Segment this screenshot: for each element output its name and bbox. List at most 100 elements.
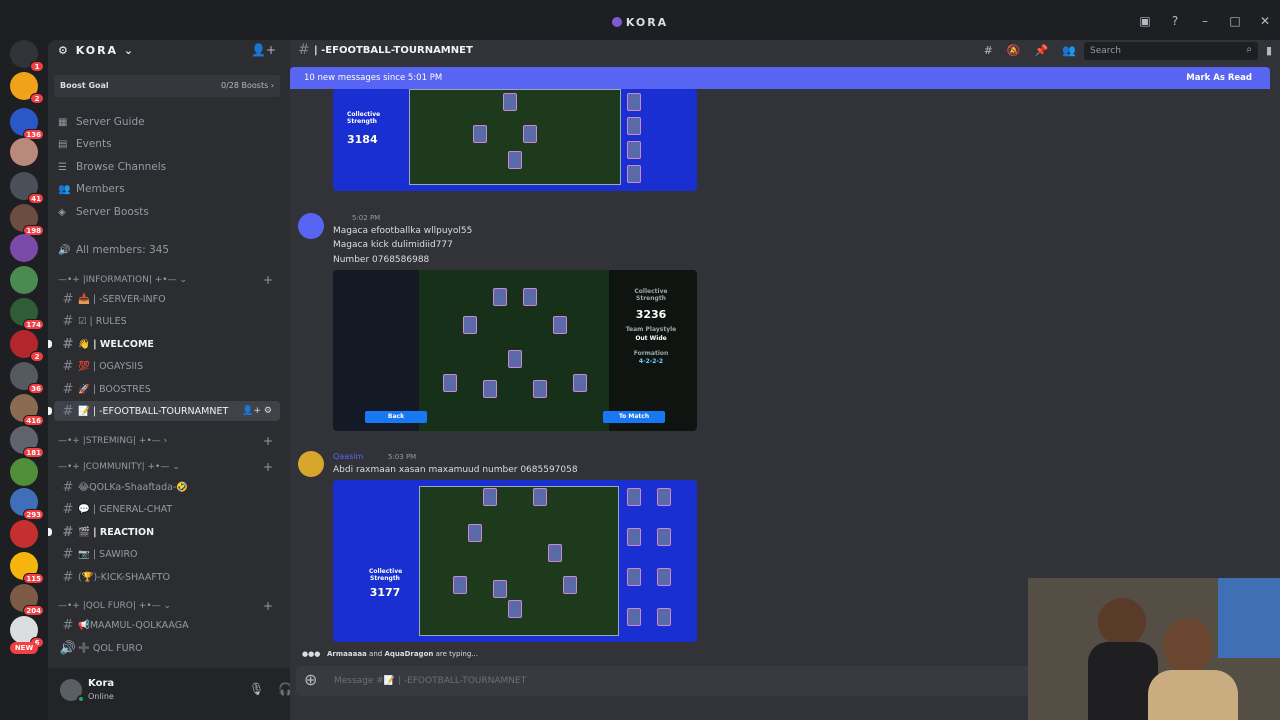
new-messages-text: 10 new messages since 5:01 PM: [304, 73, 443, 83]
channel-qolka-shaaftada[interactable]: # 😂QOLKa-Shaaftada-🤣: [54, 477, 280, 497]
channel-ogaysiis[interactable]: # 💯 | OGAYSIIS: [54, 356, 280, 376]
webcam-overlay: [1028, 578, 1280, 720]
server-icon[interactable]: 198: [10, 204, 44, 236]
server-header[interactable]: ⚙ KORA ⌄ 👤+: [48, 40, 290, 62]
search-input[interactable]: Search ⌕: [1084, 42, 1258, 60]
channel-settings-icon[interactable]: 👤+ ⚙: [242, 406, 272, 416]
hash-icon: #: [62, 313, 74, 329]
direct-messages-icon[interactable]: 1: [10, 40, 44, 72]
channel-header: # | -EFOOTBALL-TOURNAMNET # 🔕 📌 👥 Search…: [290, 40, 1280, 62]
server-icon[interactable]: 416: [10, 394, 44, 426]
category-qol-furo[interactable]: —•+ |QOL FURO| +•— ⌄ +: [58, 599, 273, 615]
message-image[interactable]: Collective Strength 3177: [333, 480, 697, 642]
voice-channel-qol-furo[interactable]: 🔊 ➕ QOL FURO: [54, 638, 280, 658]
threads-icon[interactable]: #: [984, 44, 993, 57]
server-icon[interactable]: 6: [10, 616, 44, 648]
server-icon[interactable]: [10, 138, 38, 166]
members-link[interactable]: 👥 Members: [58, 180, 125, 198]
speaker-icon: 🔊: [59, 640, 77, 656]
user-status: Online: [88, 692, 114, 701]
channel-server-info[interactable]: # 📥 | -SERVER-INFO: [54, 289, 280, 309]
boost-goal-progress: 0/28 Boosts ›: [221, 81, 274, 90]
browse-channels-link[interactable]: ☰ Browse Channels: [58, 158, 166, 176]
server-guide-link[interactable]: ▦ Server Guide: [58, 113, 145, 131]
speaker-icon: 🔊: [58, 244, 71, 256]
hash-icon: #: [62, 358, 74, 374]
hash-icon: #: [62, 291, 74, 307]
hash-icon: #: [298, 42, 310, 58]
mark-as-read-button[interactable]: Mark As Read: [1186, 73, 1252, 83]
notification-bell-icon[interactable]: 🔕: [1007, 44, 1021, 57]
server-icon[interactable]: [10, 266, 38, 294]
guide-icon: ▦: [58, 116, 68, 128]
channel-rules[interactable]: # ☑ | RULES: [54, 311, 280, 331]
hash-icon: #: [62, 381, 74, 397]
server-boosts-link[interactable]: ◈ Server Boosts: [58, 203, 149, 221]
add-channel-icon[interactable]: +: [263, 460, 273, 474]
server-icon[interactable]: 136: [10, 108, 44, 140]
channel-reaction[interactable]: # 🎬 | REACTION: [48, 522, 280, 542]
channel-sidebar: ⚙ KORA ⌄ 👤+ Boost Goal 0/28 Boosts › ▦ Se…: [48, 40, 338, 720]
hash-icon: #: [62, 336, 74, 352]
hash-icon: #: [62, 403, 74, 419]
flag-icon: [1218, 578, 1280, 658]
pin-icon[interactable]: 📌: [1035, 44, 1049, 57]
boost-goal-label: Boost Goal: [60, 81, 109, 90]
channel-title: | -EFOOTBALL-TOURNAMNET: [314, 45, 473, 56]
message-image[interactable]: Collective Strength 3184: [333, 89, 697, 191]
all-members-voice[interactable]: 🔊 All members: 345: [58, 241, 169, 259]
server-icon[interactable]: 41: [10, 172, 44, 204]
add-channel-icon[interactable]: +: [263, 273, 273, 287]
message-timestamp: 5:02 PM: [352, 214, 381, 222]
server-name[interactable]: ⚙ KORA ⌄: [58, 44, 135, 57]
channel-efootball-tournamnet[interactable]: # 📝 | -EFOOTBALL-TOURNAMNET 👤+ ⚙: [48, 401, 280, 421]
bookmark-icon[interactable]: ▮: [1266, 44, 1272, 57]
help-icon[interactable]: ?: [1160, 14, 1190, 28]
username: Kora: [88, 678, 115, 689]
message-text: Magaca efootballka wllpuyol55: [333, 226, 473, 236]
add-channel-icon[interactable]: +: [263, 599, 273, 613]
message-input[interactable]: Message #📝 | -EFOOTBALL-TOURNAMNET: [334, 676, 526, 686]
channel-welcome[interactable]: # 👋 | WELCOME: [48, 334, 280, 354]
category-streming[interactable]: —•+ |STREMING| +•— › +: [58, 434, 273, 450]
server-icon[interactable]: 2: [10, 330, 44, 362]
new-messages-bar[interactable]: 10 new messages since 5:01 PM Mark As Re…: [290, 67, 1270, 89]
avatar[interactable]: [298, 451, 324, 477]
message-text: Magaca kick dulimidiid777: [333, 240, 453, 250]
server-icon[interactable]: 204: [10, 584, 44, 616]
avatar[interactable]: [298, 213, 324, 239]
invite-icon[interactable]: 👤+: [251, 43, 276, 57]
maximize-icon[interactable]: □: [1220, 14, 1250, 28]
message-timestamp: 5:03 PM: [388, 453, 417, 461]
boost-goal-bar[interactable]: Boost Goal 0/28 Boosts ›: [54, 75, 280, 97]
hash-icon: #: [62, 479, 74, 495]
channel-boostres[interactable]: # 🚀 | BOOSTRES: [54, 379, 280, 399]
hash-icon: #: [62, 524, 74, 540]
server-icon[interactable]: 293: [10, 488, 44, 520]
inbox-icon[interactable]: ▣: [1130, 14, 1160, 28]
attach-plus-icon[interactable]: ⊕: [304, 670, 317, 689]
member-list-icon[interactable]: 👥: [1062, 44, 1076, 57]
close-icon[interactable]: ✕: [1250, 14, 1280, 28]
server-icon[interactable]: 181: [10, 426, 44, 458]
category-community[interactable]: —•+ |COMMUNITY| +•— ⌄ +: [58, 460, 273, 476]
events-link[interactable]: ▤ Events: [58, 135, 112, 153]
channel-kick-shaafto[interactable]: # (🏆)-KICK-SHAAFTO: [54, 567, 280, 587]
server-icon[interactable]: 115: [10, 552, 44, 584]
add-channel-icon[interactable]: +: [263, 434, 273, 448]
message-author[interactable]: Qaasim: [333, 452, 363, 461]
channel-maamul-qolkaaga[interactable]: # 📢MAAMUL-QOLKAAGA: [54, 615, 280, 635]
server-icon[interactable]: [10, 520, 38, 548]
server-icon[interactable]: 174: [10, 298, 44, 330]
channel-general-chat[interactable]: # 💬 | GENERAL-CHAT: [54, 499, 280, 519]
microphone-icon[interactable]: 🎙: [249, 682, 264, 696]
server-icon[interactable]: [10, 234, 38, 262]
server-icon[interactable]: [10, 458, 38, 486]
message-image[interactable]: Collective Strength 3236 Team Playstyle …: [333, 270, 697, 431]
hash-icon: #: [62, 569, 74, 585]
minimize-icon[interactable]: –: [1190, 14, 1220, 28]
category-information[interactable]: —•+ |INFORMATION| +•— ⌄ +: [58, 273, 273, 289]
server-icon[interactable]: 36: [10, 362, 44, 394]
channel-sawiro[interactable]: # 📷 | SAWIRO: [54, 544, 280, 564]
server-icon[interactable]: 2: [10, 72, 44, 104]
